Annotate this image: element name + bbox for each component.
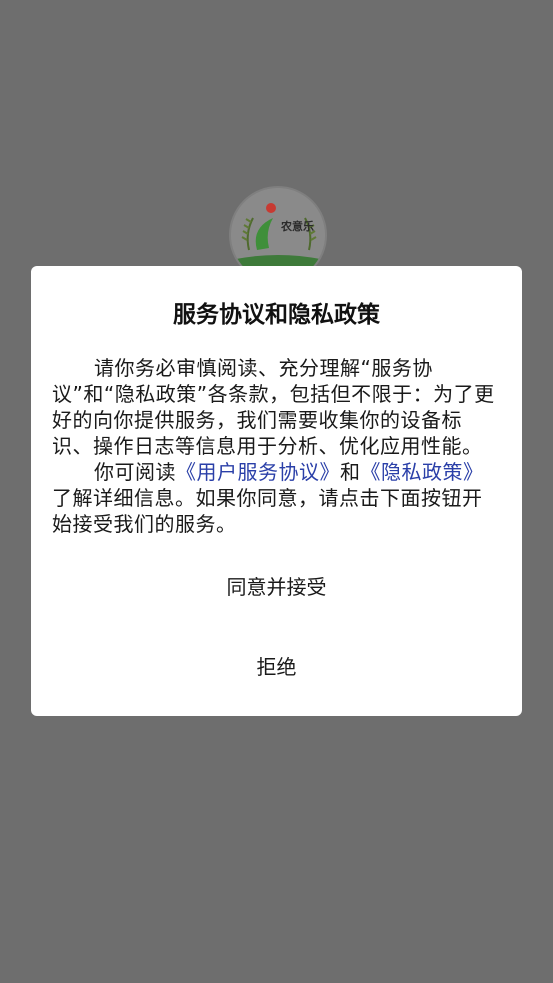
paragraph-2-prefix: 你可阅读 bbox=[94, 460, 176, 484]
privacy-dialog: 服务协议和隐私政策 请你务必审慎阅读、充分理解“服务协议”和“隐私政策”各条款，… bbox=[31, 266, 522, 716]
paragraph-2-suffix: 了解详细信息。如果你同意，请点击下面按钮开始接受我们的服务。 bbox=[52, 486, 483, 536]
dialog-title: 服务协议和隐私政策 bbox=[173, 302, 380, 328]
paragraph-2-and: 和 bbox=[340, 460, 361, 484]
agree-button[interactable]: 同意并接受 bbox=[52, 567, 501, 607]
privacy-policy-link[interactable]: 《隐私政策》 bbox=[361, 460, 484, 484]
logo-text: 农意乐 bbox=[280, 219, 314, 233]
dialog-paragraph-2: 你可阅读《用户服务协议》和《隐私政策》了解详细信息。如果你同意，请点击下面按钮开… bbox=[52, 459, 501, 537]
dialog-paragraph-1: 请你务必审慎阅读、充分理解“服务协议”和“隐私政策”各条款，包括但不限于：为了更… bbox=[52, 356, 495, 458]
user-agreement-link[interactable]: 《用户服务协议》 bbox=[176, 460, 340, 484]
dialog-body: 请你务必审慎阅读、充分理解“服务协议”和“隐私政策”各条款，包括但不限于：为了更… bbox=[52, 355, 501, 537]
refuse-button[interactable]: 拒绝 bbox=[52, 647, 501, 687]
